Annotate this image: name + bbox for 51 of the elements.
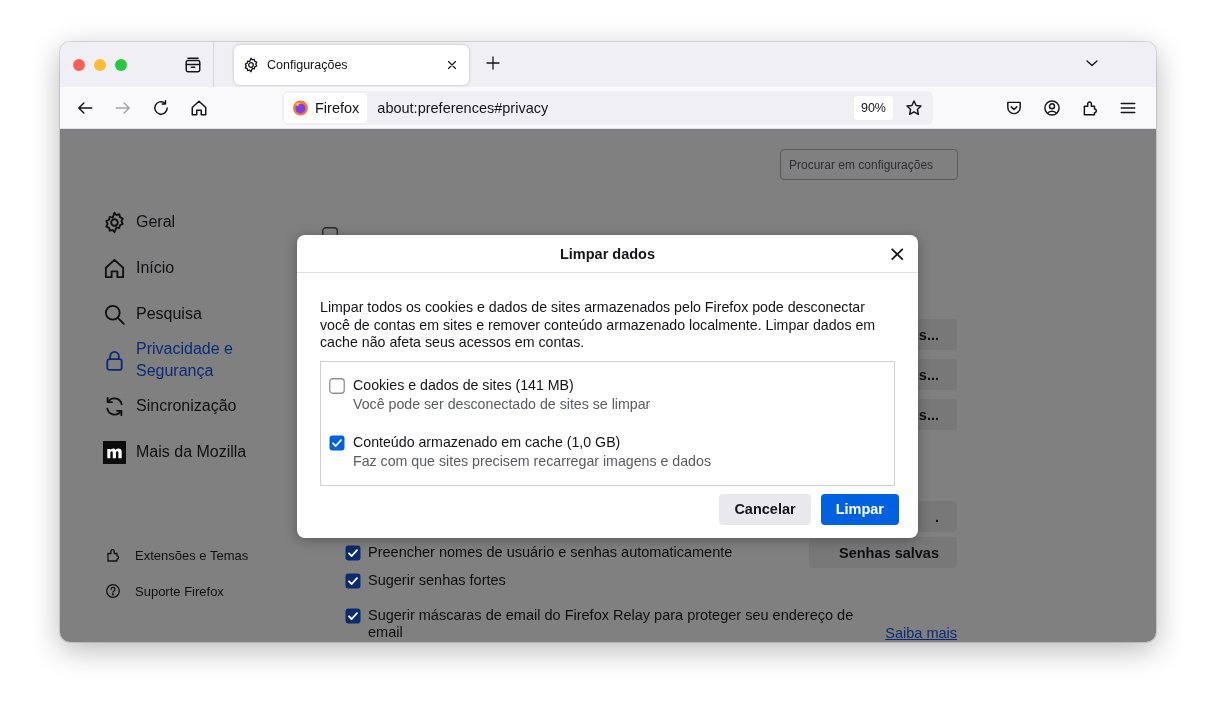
puzzle-piece-icon bbox=[105, 547, 121, 563]
lock-icon bbox=[103, 348, 126, 372]
option-label: Cookies e dados de sites (141 MB) bbox=[353, 375, 575, 395]
option-description: Faz com que sites precisem recarregar imagens e dados bbox=[353, 451, 711, 471]
search-icon bbox=[103, 302, 126, 326]
checkbox-label: Sugerir máscaras de email do Firefox Relay para proteger seu endereço de email bbox=[368, 607, 855, 641]
close-button[interactable]: × bbox=[888, 245, 906, 263]
gear-icon bbox=[243, 56, 259, 73]
sidebar-item[interactable]: Privacidade e Segurança bbox=[103, 337, 260, 383]
home-icon[interactable] bbox=[190, 98, 208, 117]
checkbox-label: Sugerir senhas fortes bbox=[368, 572, 507, 589]
checkbox[interactable] bbox=[329, 377, 345, 394]
new-tab-icon[interactable] bbox=[485, 54, 501, 71]
browser-tab[interactable]: Configurações bbox=[234, 44, 469, 85]
url-text: about:preferences#privacy bbox=[377, 99, 550, 116]
sidebar-item[interactable]: Geral bbox=[103, 199, 260, 245]
sidebar-link[interactable]: Suporte Firefox bbox=[103, 573, 260, 609]
sidebar-item[interactable]: Pesquisa bbox=[103, 291, 260, 337]
clear-button[interactable]: Limpar bbox=[820, 493, 899, 525]
checkbox[interactable] bbox=[345, 545, 361, 561]
fox-globe-logo-icon bbox=[292, 99, 309, 116]
identity-button[interactable]: Firefox bbox=[284, 92, 368, 123]
window-close-icon[interactable] bbox=[73, 58, 85, 71]
search-field[interactable]: Procurar em configurações bbox=[780, 149, 958, 180]
learn-more-link[interactable]: Saiba mais bbox=[885, 625, 957, 641]
sidebar-item[interactable]: Início bbox=[103, 245, 260, 291]
reload-icon[interactable] bbox=[152, 98, 170, 117]
checkbox[interactable] bbox=[345, 573, 361, 589]
sidebar-item[interactable]: Mais da Mozilla bbox=[103, 429, 260, 475]
settings-button[interactable]: Senhas salvas bbox=[809, 537, 957, 568]
tab-list-icon[interactable] bbox=[184, 55, 202, 74]
help-icon bbox=[105, 583, 121, 599]
address-bar[interactable]: Firefox about:preferences#privacy 90% bbox=[282, 90, 933, 125]
sidebar-item[interactable]: Sincronização bbox=[103, 383, 260, 429]
gear-icon bbox=[103, 210, 126, 234]
cancel-button[interactable]: Cancelar bbox=[719, 493, 811, 525]
checkbox-label: Preencher nomes de usuário e senhas automaticamente bbox=[368, 544, 734, 561]
puzzle-piece-icon[interactable] bbox=[1081, 98, 1099, 117]
checkbox[interactable] bbox=[345, 608, 361, 624]
option-description: Você pode ser desconectado de sites se limpar bbox=[353, 394, 651, 414]
home-icon bbox=[103, 256, 126, 280]
bookmark-star-icon[interactable] bbox=[905, 98, 923, 117]
zoom-level-button[interactable]: 90% bbox=[853, 95, 893, 120]
sidebar-link[interactable]: Extensões e Temas bbox=[103, 537, 260, 573]
account-icon[interactable] bbox=[1043, 98, 1061, 117]
option-label: Conteúdo armazenado em cache (1,0 GB) bbox=[353, 432, 622, 452]
dialog-message: Limpar todos os cookies e dados de sites armazenados pelo Firefox pode desconectar você de contas em sites e remover conteúdo armazenado localmente. Limpar dados em cache não afeta seus acessos em contas. bbox=[320, 299, 877, 352]
sync-icon bbox=[103, 394, 126, 418]
checkbox[interactable] bbox=[329, 434, 345, 451]
m-logo-icon bbox=[103, 440, 126, 464]
dialog-title: Limpar dados bbox=[559, 245, 656, 262]
